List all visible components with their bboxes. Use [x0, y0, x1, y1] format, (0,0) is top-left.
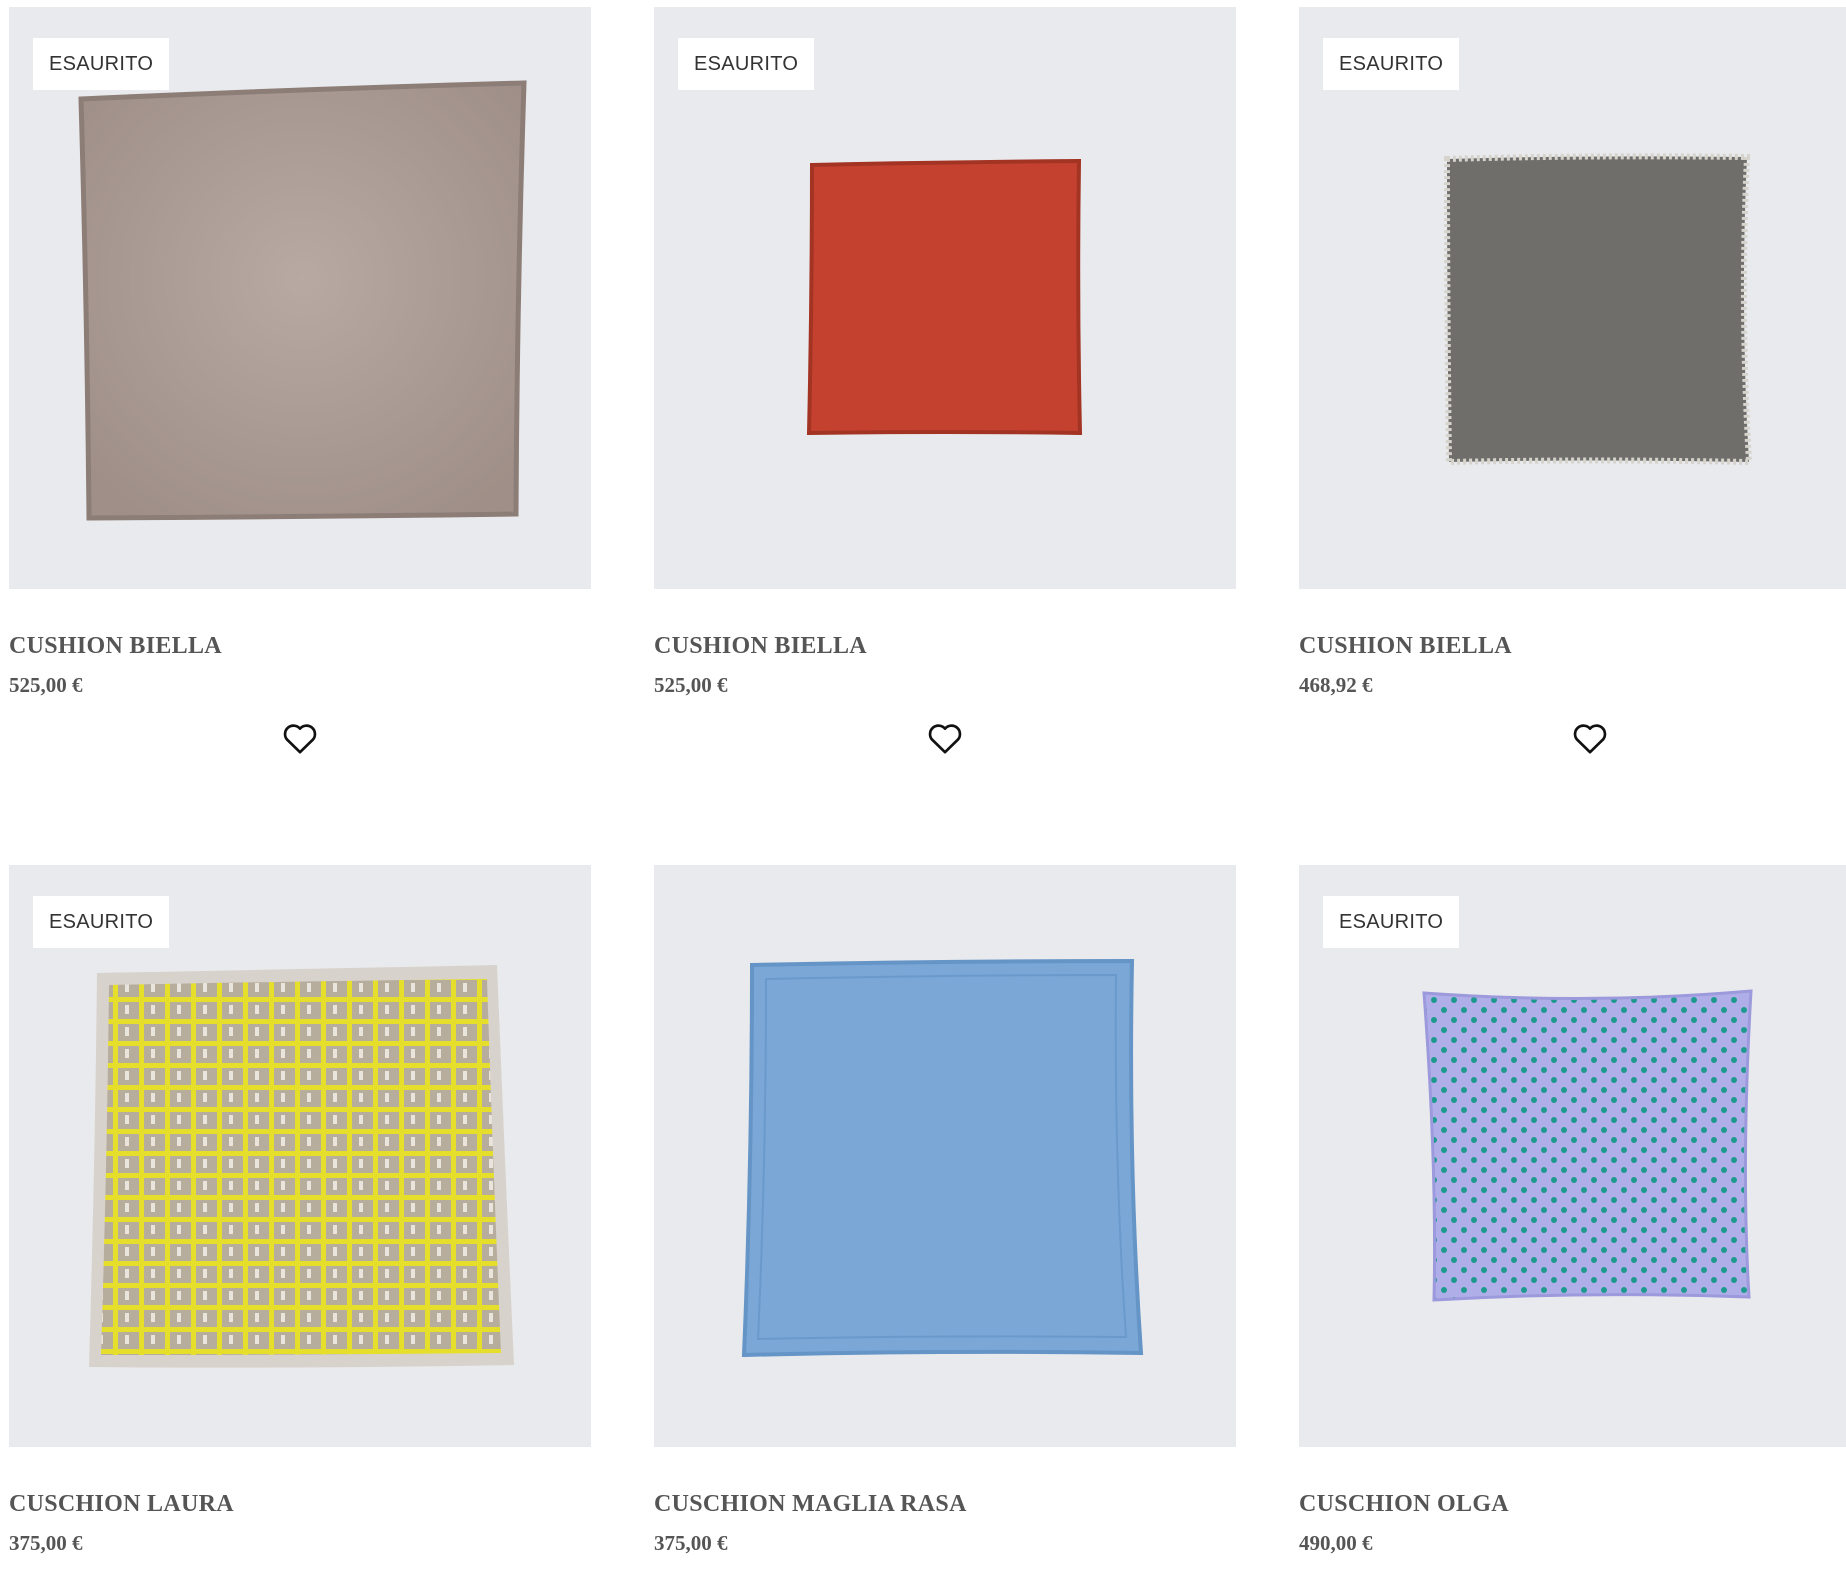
- sold-out-badge: ESAURITO: [678, 38, 815, 90]
- product-title[interactable]: CUSCHION LAURA: [9, 1489, 591, 1519]
- sold-out-badge: ESAURITO: [1323, 38, 1460, 90]
- cushion-image-light-blue: [741, 958, 1144, 1358]
- product-card[interactable]: ESAURITO CUSHION BIELLA 525,00 €: [9, 7, 591, 754]
- product-grid: ESAURITO CUSHION BIELLA 525,00 € ESAURIT…: [0, 0, 1846, 1570]
- cushion-image-polka-dot: [1422, 989, 1753, 1302]
- sold-out-badge: ESAURITO: [33, 38, 170, 90]
- product-price: 525,00 €: [9, 673, 83, 697]
- product-price: 468,92 €: [1299, 673, 1373, 697]
- cushion-image-grey: [1443, 153, 1753, 466]
- product-card[interactable]: ESAURITO CUSHION BIELLA 525,00 €: [654, 7, 1236, 754]
- sold-out-badge: ESAURITO: [33, 896, 170, 948]
- product-title[interactable]: CUSHION BIELLA: [1299, 631, 1846, 661]
- product-image[interactable]: ESAURITO: [1299, 7, 1846, 589]
- product-price: 525,00 €: [654, 673, 728, 697]
- product-price: 375,00 €: [654, 1531, 728, 1555]
- wishlist-button[interactable]: [280, 718, 320, 758]
- product-title[interactable]: CUSCHION OLGA: [1299, 1489, 1846, 1519]
- product-image[interactable]: [654, 865, 1236, 1447]
- product-card[interactable]: ESAURITO CUSCHION OLGA 490,00 €: [1299, 865, 1846, 1556]
- product-title[interactable]: CUSHION BIELLA: [9, 631, 591, 661]
- sold-out-badge: ESAURITO: [1323, 896, 1460, 948]
- heart-outline-icon: [1573, 724, 1607, 754]
- product-card[interactable]: CUSCHION MAGLIA RASA 375,00 €: [654, 865, 1236, 1556]
- product-card[interactable]: ESAURITO CUSHION BIELLA 468,92 €: [1299, 7, 1846, 754]
- product-card[interactable]: ESAURITO CUSCHION LAURA 375,00 €: [9, 865, 591, 1556]
- product-title[interactable]: CUSHION BIELLA: [654, 631, 1236, 661]
- wishlist-button[interactable]: [925, 718, 965, 758]
- wishlist-button[interactable]: [1570, 718, 1610, 758]
- product-price: 490,00 €: [1299, 1531, 1373, 1555]
- cushion-image-yellow-check: [89, 965, 514, 1368]
- heart-outline-icon: [283, 724, 317, 754]
- product-price: 375,00 €: [9, 1531, 83, 1555]
- cushion-image-red: [806, 158, 1083, 436]
- heart-outline-icon: [928, 724, 962, 754]
- product-title[interactable]: CUSCHION MAGLIA RASA: [654, 1489, 1236, 1519]
- product-image[interactable]: ESAURITO: [9, 7, 591, 589]
- product-image[interactable]: ESAURITO: [9, 865, 591, 1447]
- cushion-image-taupe: [78, 80, 527, 521]
- product-image[interactable]: ESAURITO: [654, 7, 1236, 589]
- product-image[interactable]: ESAURITO: [1299, 865, 1846, 1447]
